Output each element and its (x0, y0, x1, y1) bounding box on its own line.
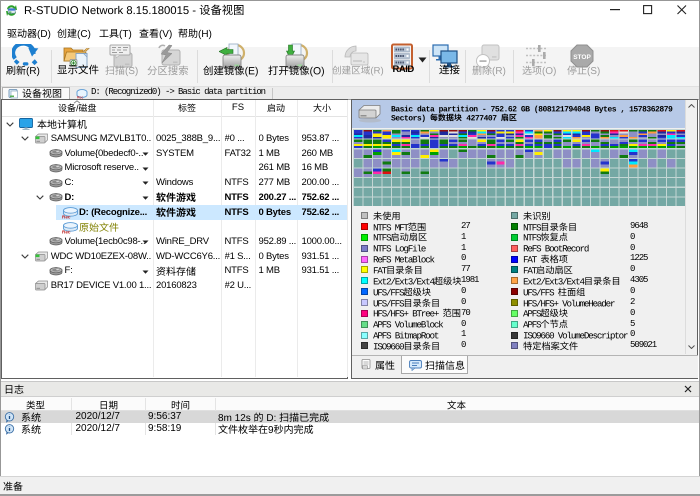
svg-text:Rec: Rec (62, 229, 71, 234)
svg-text:STOP: STOP (573, 54, 591, 61)
svg-text:Rec: Rec (77, 95, 83, 99)
svg-text:Rec: Rec (62, 215, 71, 220)
